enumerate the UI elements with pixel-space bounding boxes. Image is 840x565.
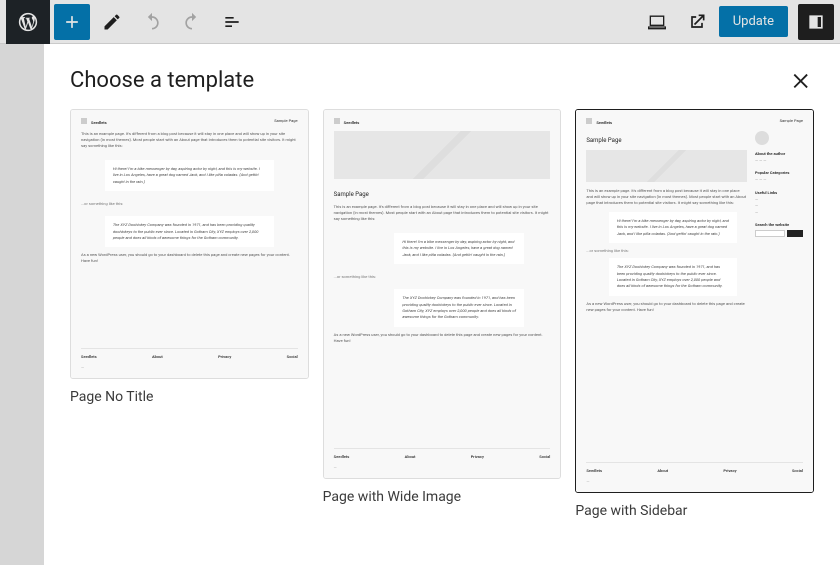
modal-title: Choose a template <box>70 68 254 93</box>
template-option-page-sidebar[interactable]: SeedletsSample Page Sample Page This is … <box>575 109 814 519</box>
template-thumbnail: SeedletsSample Page This is an example p… <box>70 109 309 379</box>
template-option-page-wide-image[interactable]: Seedlets Sample Page This is an example … <box>323 109 562 505</box>
template-chooser-modal: Choose a template SeedletsSample Page Th… <box>44 44 840 565</box>
close-button[interactable] <box>790 69 814 93</box>
template-label: Page with Sidebar <box>575 503 814 519</box>
template-label: Page with Wide Image <box>323 489 562 505</box>
template-list: SeedletsSample Page This is an example p… <box>44 109 840 539</box>
template-option-page-no-title[interactable]: SeedletsSample Page This is an example p… <box>70 109 309 405</box>
template-thumbnail: SeedletsSample Page Sample Page This is … <box>575 109 814 493</box>
template-label: Page No Title <box>70 389 309 405</box>
template-thumbnail: Seedlets Sample Page This is an example … <box>323 109 562 479</box>
hero-image-placeholder <box>334 131 551 179</box>
hero-image-placeholder <box>586 150 747 182</box>
